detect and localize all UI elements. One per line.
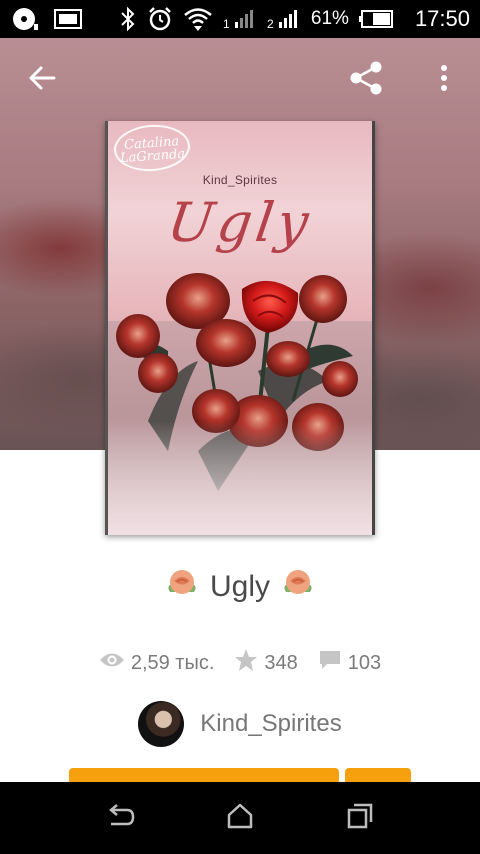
recents-nav-icon — [347, 803, 373, 834]
nav-home-button[interactable] — [210, 788, 270, 848]
cover-author-text: Kind_Spirites — [202, 173, 278, 187]
back-nav-icon — [105, 803, 135, 833]
toolbar — [0, 38, 480, 122]
image-icon — [54, 8, 82, 30]
wifi-icon — [183, 6, 213, 32]
rose-icon — [280, 568, 316, 607]
share-button[interactable] — [344, 58, 388, 102]
arrow-left-icon — [28, 64, 56, 97]
battery-percent: 61% — [310, 8, 349, 29]
comment-icon — [318, 649, 342, 677]
avatar[interactable] — [138, 701, 185, 747]
status-bar: 1 2 61% 17:50 — [0, 0, 480, 38]
svg-text:1: 1 — [223, 17, 230, 30]
alarm-icon — [147, 6, 173, 32]
votes-count: 348 — [264, 651, 298, 674]
more-options-button[interactable] — [422, 58, 466, 102]
signal-icon: 1 — [223, 8, 257, 30]
signal-2-icon: 2 — [267, 8, 301, 30]
eye-icon — [99, 651, 125, 675]
home-nav-icon — [227, 803, 253, 834]
cover-title-text: Ugly — [163, 191, 317, 254]
action-buttons — [0, 768, 480, 782]
read-button[interactable] — [69, 768, 339, 782]
reads-stat: 2,59 тыс. — [99, 651, 215, 675]
star-icon — [234, 648, 258, 678]
svg-text:2: 2 — [267, 17, 274, 30]
author-name[interactable]: Kind_Spirites — [200, 710, 341, 738]
votes-stat: 348 — [234, 648, 298, 678]
comments-count: 103 — [347, 651, 382, 674]
media-icon — [10, 4, 40, 34]
book-stats: 2,59 тыс. 348 103 — [0, 646, 480, 680]
add-to-library-button[interactable] — [345, 768, 411, 782]
reads-count: 2,59 тыс. — [130, 651, 215, 674]
book-title: Ugly — [209, 570, 270, 603]
back-button[interactable] — [20, 58, 64, 102]
share-icon — [347, 59, 385, 102]
more-vertical-icon — [439, 64, 449, 97]
book-title-row: Ugly — [0, 562, 480, 612]
battery-icon — [358, 9, 395, 29]
nav-back-button[interactable] — [90, 788, 150, 848]
nav-recents-button[interactable] — [330, 788, 390, 848]
rose-icon — [164, 568, 200, 607]
comments-stat: 103 — [318, 649, 381, 677]
system-nav-bar — [0, 782, 480, 854]
bluetooth-icon — [119, 6, 137, 32]
clock: 17:50 — [414, 6, 470, 31]
book-cover[interactable]: Catalina LaGranda Kind_Spirites Ugly — [105, 121, 375, 535]
author-row[interactable]: Kind_Spirites — [0, 698, 480, 750]
